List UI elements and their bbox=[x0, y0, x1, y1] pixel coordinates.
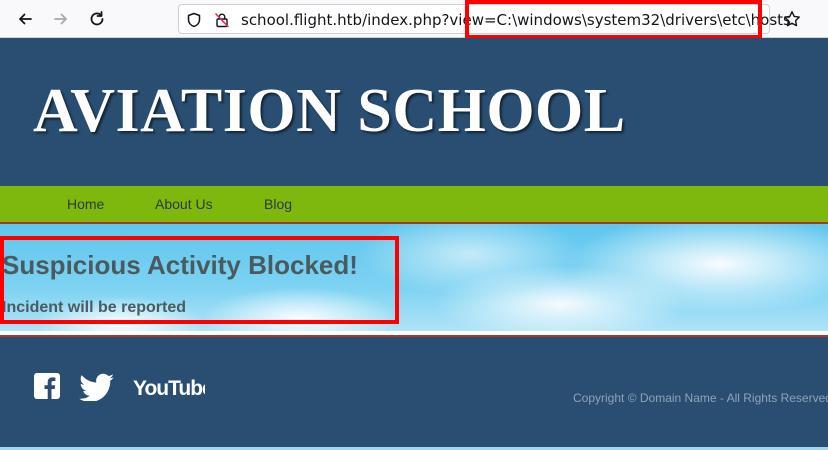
bookmark-button[interactable] bbox=[781, 8, 803, 30]
back-button[interactable] bbox=[12, 7, 38, 31]
nav-blog[interactable]: Blog bbox=[264, 196, 292, 212]
star-icon bbox=[784, 11, 800, 27]
arrow-right-icon bbox=[54, 13, 67, 25]
url-text[interactable]: school.flight.htb/index.php?view=C:\wind… bbox=[241, 11, 791, 29]
forward-button[interactable] bbox=[48, 7, 74, 31]
copyright-text: Copyright © Domain Name - All Rights Res… bbox=[573, 391, 828, 405]
twitter-icon[interactable] bbox=[78, 373, 116, 401]
arrow-left-icon bbox=[19, 13, 32, 25]
reload-button[interactable] bbox=[84, 7, 110, 31]
url-host: school.flight.htb bbox=[241, 11, 363, 29]
youtube-label: YouTube bbox=[133, 377, 205, 400]
url-path: /index.php?view=C:\windows\system32\driv… bbox=[362, 11, 791, 29]
browser-toolbar: school.flight.htb/index.php?view=C:\wind… bbox=[0, 0, 828, 38]
reload-icon bbox=[90, 11, 104, 26]
alert-subtitle: Incident will be reported bbox=[2, 299, 187, 316]
nav-home[interactable]: Home bbox=[67, 196, 104, 212]
alert-title: Suspicious Activity Blocked! bbox=[2, 250, 358, 280]
main-nav: Home About Us Blog bbox=[0, 186, 828, 224]
site-header: AVIATION SCHOOL bbox=[0, 38, 828, 186]
shield-icon[interactable] bbox=[185, 11, 203, 29]
youtube-icon[interactable]: YouTube bbox=[133, 373, 205, 401]
address-bar[interactable]: school.flight.htb/index.php?view=C:\wind… bbox=[178, 4, 791, 34]
site-logo[interactable]: AVIATION SCHOOL bbox=[33, 76, 626, 147]
nav-about-us[interactable]: About Us bbox=[155, 196, 213, 212]
facebook-icon[interactable] bbox=[34, 373, 60, 399]
insecure-lock-icon[interactable] bbox=[213, 11, 231, 29]
